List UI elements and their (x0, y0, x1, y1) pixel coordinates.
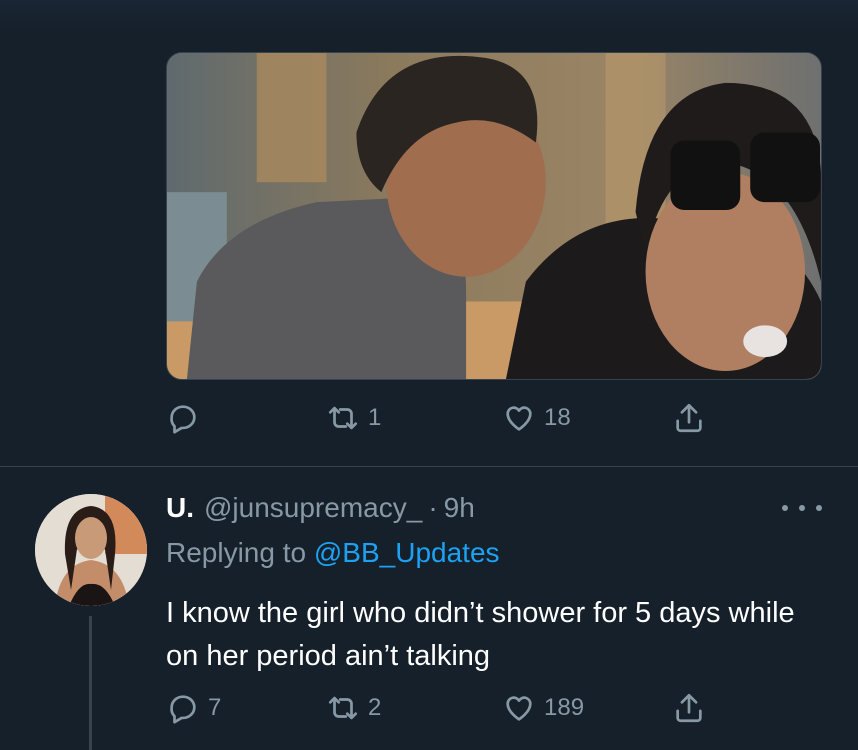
reply-button[interactable]: 7 (166, 688, 221, 728)
like-count: 189 (544, 694, 585, 721)
more-dot-icon (782, 505, 788, 511)
more-options-button[interactable] (782, 496, 822, 520)
replying-mention-link[interactable]: @BB_Updates (314, 537, 500, 568)
previous-tweet-fade (0, 0, 858, 30)
heart-icon (506, 406, 532, 431)
retweet-button[interactable]: 2 (326, 688, 381, 728)
tweet-text: I know the girl who didn’t shower for 5 … (166, 597, 795, 672)
replying-to-line: Replying to @BB_Updates (166, 537, 500, 569)
more-dot-icon (799, 505, 805, 511)
reply-tweet-action-bar: 7 2 189 (166, 688, 726, 728)
top-tweet-action-bar: 1 18 (166, 398, 726, 438)
tweet-divider (0, 466, 858, 467)
more-dot-icon (816, 505, 822, 511)
header-separator: · (428, 492, 438, 523)
like-button[interactable]: 189 (502, 688, 584, 728)
reply-button[interactable] (166, 398, 208, 438)
retweet-count: 2 (368, 694, 382, 721)
reply-icon (170, 695, 196, 724)
retweet-button[interactable]: 1 (326, 398, 381, 438)
user-handle[interactable]: @junsupremacy_ (204, 492, 422, 524)
thread-line (89, 616, 92, 750)
share-icon (676, 693, 702, 723)
retweet-icon (328, 696, 358, 720)
replying-prefix: Replying to (166, 537, 307, 568)
reply-count: 7 (208, 694, 222, 721)
display-name[interactable]: U. (166, 492, 194, 524)
share-button[interactable] (672, 688, 706, 728)
tweet-media-image[interactable] (166, 52, 822, 380)
tweet-header: U. @junsupremacy_ · 9h (166, 492, 475, 524)
share-button[interactable] (672, 398, 706, 438)
retweet-icon (328, 406, 358, 430)
avatar[interactable] (35, 494, 147, 606)
retweet-count: 1 (368, 404, 382, 431)
like-button[interactable]: 18 (502, 398, 571, 438)
share-icon (676, 403, 702, 433)
heart-icon (506, 696, 532, 721)
reply-icon (170, 405, 196, 434)
avatar-photo (35, 494, 147, 606)
like-count: 18 (544, 404, 571, 431)
timestamp[interactable]: 9h (444, 492, 475, 524)
media-photo-illustration (167, 53, 821, 379)
